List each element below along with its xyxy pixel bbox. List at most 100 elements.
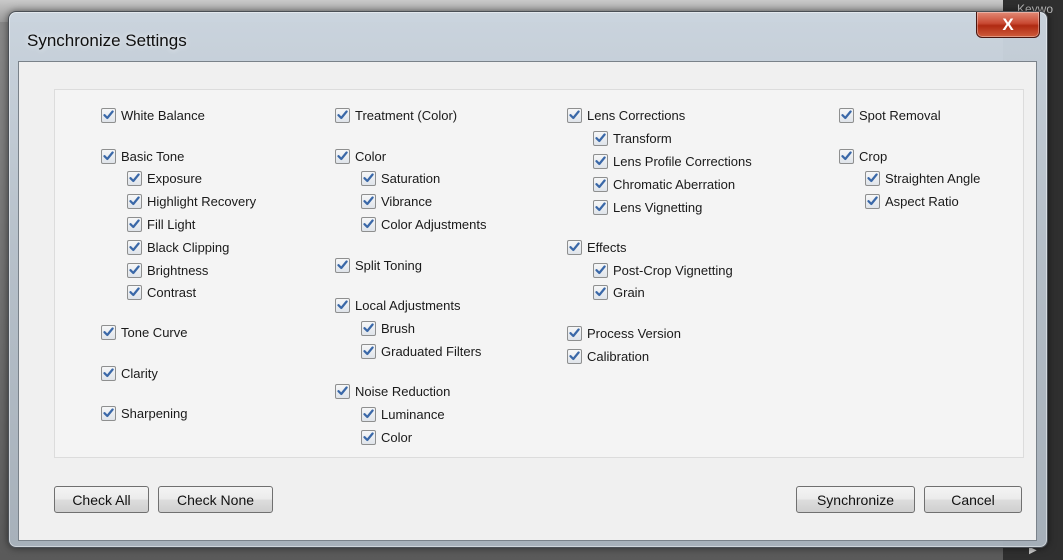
check-all-button[interactable]: Check All xyxy=(54,486,149,513)
checkbox[interactable] xyxy=(127,239,142,255)
checkmark-icon xyxy=(103,368,114,378)
checkbox-row[interactable]: Sharpening xyxy=(101,403,188,423)
close-button[interactable]: X xyxy=(976,12,1040,38)
checkbox-row[interactable]: Fill Light xyxy=(127,214,195,234)
checkbox-row[interactable]: Brightness xyxy=(127,260,208,280)
checkbox-label: Calibration xyxy=(587,348,650,364)
checkbox[interactable] xyxy=(593,153,608,169)
checkbox-row[interactable]: Exposure xyxy=(127,168,202,188)
checkbox[interactable] xyxy=(127,262,142,278)
checkbox-label: Post-Crop Vignetting xyxy=(613,262,733,278)
checkbox-row[interactable]: Local Adjustments xyxy=(335,295,461,315)
checkbox-label: Grain xyxy=(613,284,645,300)
checkbox-row[interactable]: Lens Corrections xyxy=(567,105,685,125)
checkbox[interactable] xyxy=(101,148,116,164)
checkbox-label: Color Adjustments xyxy=(381,216,487,232)
checkbox[interactable] xyxy=(127,284,142,300)
checkbox-row[interactable]: Color xyxy=(335,146,386,166)
checkbox[interactable] xyxy=(567,107,582,123)
checkbox[interactable] xyxy=(101,324,116,340)
checkbox-row[interactable]: Color Adjustments xyxy=(361,214,487,234)
checkbox[interactable] xyxy=(567,325,582,341)
checkbox-row[interactable]: Crop xyxy=(839,146,887,166)
checkbox-row[interactable]: Color xyxy=(361,427,412,447)
checkmark-icon xyxy=(595,265,606,275)
checkbox-row[interactable]: Noise Reduction xyxy=(335,381,450,401)
checkbox[interactable] xyxy=(839,107,854,123)
checkbox[interactable] xyxy=(361,193,376,209)
synchronize-button[interactable]: Synchronize xyxy=(796,486,915,513)
checkbox[interactable] xyxy=(593,176,608,192)
checkbox-row[interactable]: Straighten Angle xyxy=(865,168,980,188)
checkbox[interactable] xyxy=(335,257,350,273)
checkbox-label: Clarity xyxy=(121,365,158,381)
checkbox[interactable] xyxy=(593,199,608,215)
checkbox-row[interactable]: Chromatic Aberration xyxy=(593,174,735,194)
checkbox-row[interactable]: Effects xyxy=(567,237,627,257)
checkmark-icon xyxy=(103,408,114,418)
checkbox-label: Chromatic Aberration xyxy=(613,176,736,192)
checkmark-icon xyxy=(569,328,580,338)
checkmark-icon xyxy=(337,300,348,310)
checkbox[interactable] xyxy=(127,193,142,209)
checkbox[interactable] xyxy=(101,365,116,381)
checkbox-row[interactable]: Black Clipping xyxy=(127,237,229,257)
checkbox[interactable] xyxy=(335,297,350,313)
checkbox-row[interactable]: Lens Vignetting xyxy=(593,197,702,217)
checkbox[interactable] xyxy=(127,216,142,232)
checkbox[interactable] xyxy=(865,170,880,186)
checkmark-icon xyxy=(595,179,606,189)
close-icon: X xyxy=(1002,15,1014,34)
settings-group-panel: White Balance Basic Tone Exposure Highli… xyxy=(54,89,1024,458)
checkbox[interactable] xyxy=(101,107,116,123)
checkbox-row[interactable]: Treatment (Color) xyxy=(335,105,457,125)
checkbox-row[interactable]: Process Version xyxy=(567,323,681,343)
checkbox[interactable] xyxy=(361,429,376,445)
checkbox-row[interactable]: Luminance xyxy=(361,404,445,424)
checkbox[interactable] xyxy=(361,170,376,186)
checkbox[interactable] xyxy=(335,383,350,399)
checkbox[interactable] xyxy=(101,405,116,421)
checkbox-row[interactable]: Lens Profile Corrections xyxy=(593,151,752,171)
checkbox-row[interactable]: Split Toning xyxy=(335,255,422,275)
checkmark-icon xyxy=(129,196,140,206)
checkbox-label: Straighten Angle xyxy=(885,170,981,186)
checkbox-row[interactable]: Brush xyxy=(361,318,415,338)
checkbox-row[interactable]: Basic Tone xyxy=(101,146,184,166)
checkbox[interactable] xyxy=(335,148,350,164)
checkbox[interactable] xyxy=(361,406,376,422)
checkbox-row[interactable]: Spot Removal xyxy=(839,105,941,125)
checkbox-row[interactable]: White Balance xyxy=(101,105,205,125)
checkbox[interactable] xyxy=(127,170,142,186)
checkbox[interactable] xyxy=(361,216,376,232)
checkbox[interactable] xyxy=(593,262,608,278)
checkbox-row[interactable]: Vibrance xyxy=(361,191,432,211)
checkbox[interactable] xyxy=(839,148,854,164)
checkbox[interactable] xyxy=(567,348,582,364)
checkbox-row[interactable]: Transform xyxy=(593,128,672,148)
checkbox-row[interactable]: Aspect Ratio xyxy=(865,191,959,211)
checkmark-icon xyxy=(841,151,852,161)
checkbox-row[interactable]: Saturation xyxy=(361,168,440,188)
checkbox-row[interactable]: Grain xyxy=(593,282,645,302)
cancel-button[interactable]: Cancel xyxy=(924,486,1022,513)
checkbox[interactable] xyxy=(567,239,582,255)
checkbox-row[interactable]: Tone Curve xyxy=(101,322,187,342)
checkbox[interactable] xyxy=(865,193,880,209)
checkmark-icon xyxy=(841,110,852,120)
checkbox[interactable] xyxy=(593,284,608,300)
check-none-button[interactable]: Check None xyxy=(158,486,273,513)
checkbox-row[interactable]: Calibration xyxy=(567,346,649,366)
checkbox-label: Noise Reduction xyxy=(355,383,451,399)
checkmark-icon xyxy=(363,173,374,183)
checkbox-row[interactable]: Clarity xyxy=(101,363,158,383)
checkbox-row[interactable]: Contrast xyxy=(127,282,196,302)
checkbox-row[interactable]: Highlight Recovery xyxy=(127,191,256,211)
checkbox-row[interactable]: Graduated Filters xyxy=(361,341,481,361)
checkbox[interactable] xyxy=(361,320,376,336)
dialog-client-area: White Balance Basic Tone Exposure Highli… xyxy=(18,61,1037,541)
checkbox[interactable] xyxy=(593,130,608,146)
checkbox-row[interactable]: Post-Crop Vignetting xyxy=(593,260,733,280)
checkbox[interactable] xyxy=(335,107,350,123)
checkbox[interactable] xyxy=(361,343,376,359)
